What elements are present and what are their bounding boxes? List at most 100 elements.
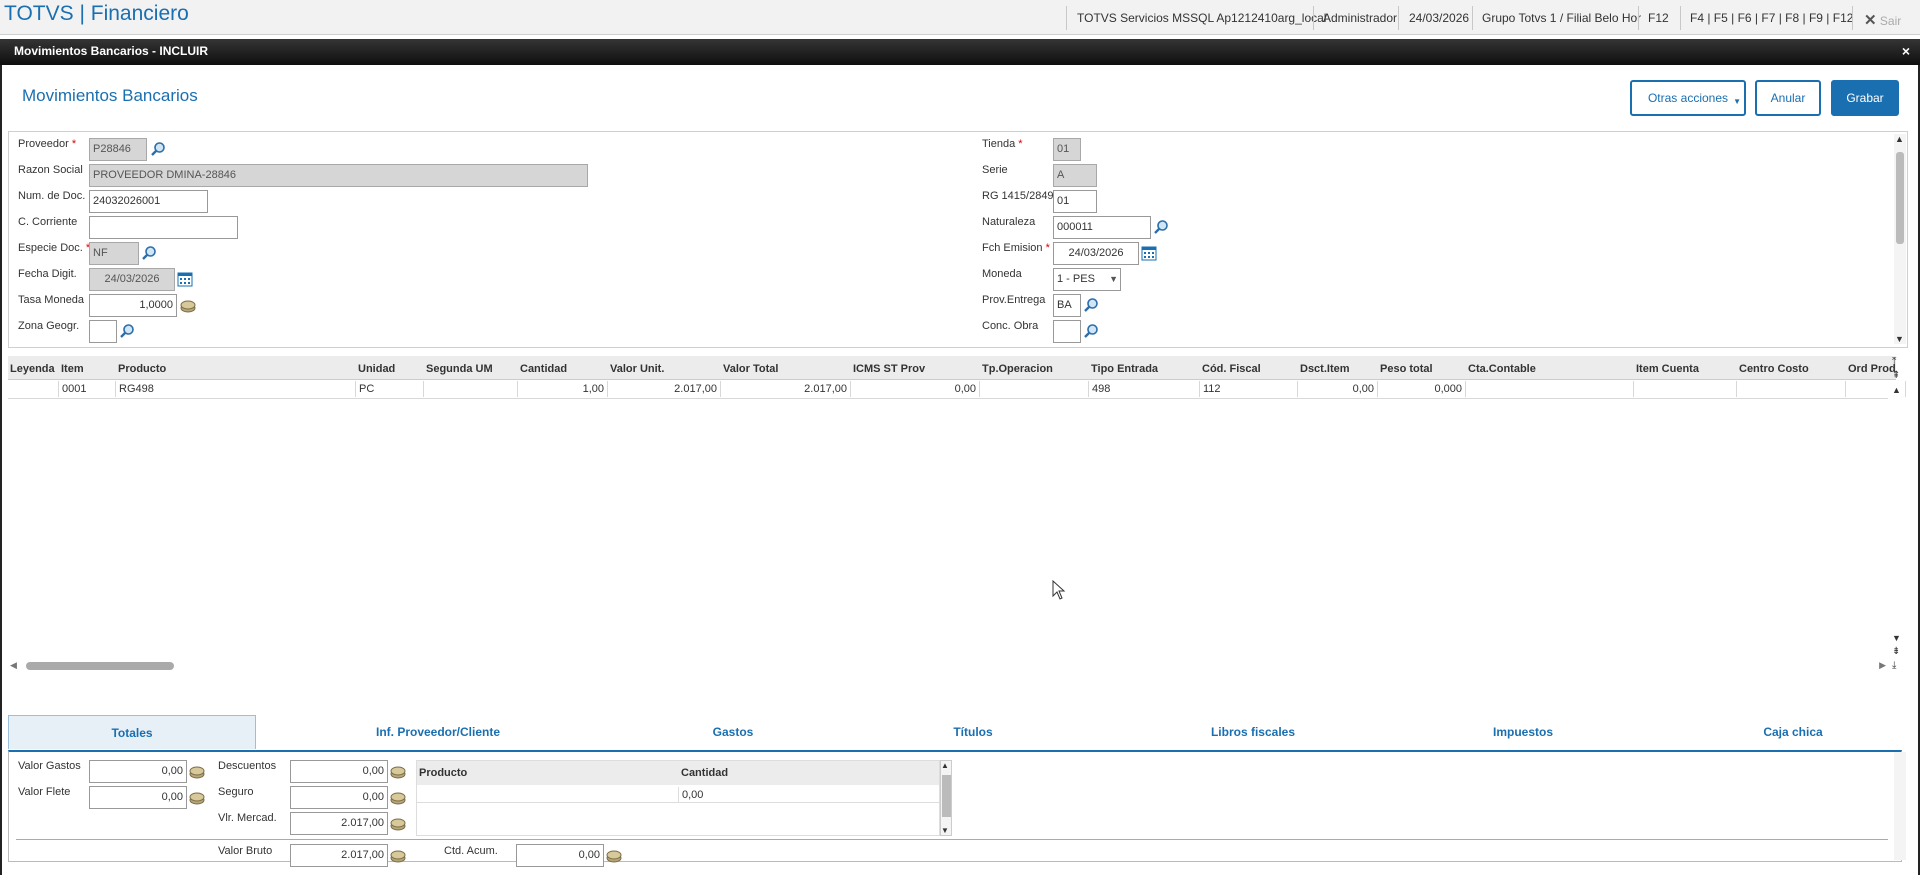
tab-titulos[interactable]: Títulos <box>888 715 1058 749</box>
scroll-right-icon[interactable]: ▶ <box>1879 660 1886 671</box>
totales-scrollbar[interactable] <box>1894 752 1906 860</box>
rg-field[interactable]: 01 <box>1053 190 1097 213</box>
column-header[interactable]: Producto <box>118 363 166 375</box>
column-header[interactable]: Centro Costo <box>1739 363 1809 375</box>
num-doc-field[interactable]: 24032026001 <box>89 190 208 213</box>
tab-impuestos[interactable]: Impuestos <box>1428 715 1618 749</box>
shortcuts-label[interactable]: F4 | F5 | F6 | F7 | F8 | F9 | F12 <box>1690 11 1853 25</box>
table-cell[interactable] <box>8 381 59 397</box>
mini-grid-scrollbar[interactable]: ▲ ▼ <box>940 760 952 836</box>
tienda-field[interactable]: 01 <box>1053 138 1081 161</box>
scroll-down-icon[interactable]: ▼ <box>941 826 949 835</box>
column-header[interactable]: Leyenda <box>10 363 55 375</box>
date-label[interactable]: 24/03/2026 <box>1409 11 1469 25</box>
column-header[interactable]: Ord Prod <box>1848 363 1896 375</box>
valor-bruto-field[interactable]: 2.017,00 <box>290 844 388 867</box>
user-label[interactable]: Administrador <box>1323 11 1397 25</box>
scrollbar-thumb[interactable] <box>942 775 951 817</box>
search-icon[interactable] <box>1083 297 1099 313</box>
form-scrollbar[interactable]: ▲ ▼ <box>1894 134 1906 344</box>
calculator-icon[interactable] <box>390 816 406 832</box>
window-close-button[interactable]: × <box>1902 43 1910 59</box>
search-icon[interactable] <box>141 245 157 261</box>
zona-geogr-field[interactable] <box>89 320 117 343</box>
search-icon[interactable] <box>1153 219 1169 235</box>
column-header[interactable]: Dsct.Item <box>1300 363 1350 375</box>
calculator-icon[interactable] <box>189 790 205 806</box>
c-corriente-field[interactable] <box>89 216 238 239</box>
column-header[interactable]: Item <box>61 363 84 375</box>
table-cell[interactable]: 0001 <box>59 381 116 397</box>
column-header[interactable]: Segunda UM <box>426 363 493 375</box>
prov-entrega-field[interactable]: BA <box>1053 294 1081 317</box>
column-header[interactable]: Cta.Contable <box>1468 363 1536 375</box>
table-cell[interactable]: 0,00 <box>1298 381 1378 397</box>
scroll-down-icon[interactable]: ▼ <box>1895 334 1904 344</box>
table-cell[interactable] <box>424 381 518 397</box>
especie-doc-field[interactable]: NF <box>89 242 139 265</box>
scroll-up-icon[interactable]: ▲ <box>941 761 949 770</box>
table-cell[interactable] <box>1634 381 1737 397</box>
search-icon[interactable] <box>1083 323 1099 339</box>
scroll-down-icon[interactable]: ▼ <box>1892 632 1901 644</box>
table-cell[interactable]: RG498 <box>116 381 356 397</box>
calculator-icon[interactable] <box>180 298 196 314</box>
scroll-page-up-icon[interactable]: ⇞ <box>1892 370 1900 382</box>
column-header[interactable]: ICMS ST Prov <box>853 363 925 375</box>
cancel-button[interactable]: Anular <box>1755 80 1821 116</box>
tab-gastos[interactable]: Gastos <box>648 715 818 749</box>
scroll-bottom-icon[interactable]: ⤓ <box>1892 660 1896 672</box>
moneda-select[interactable]: 1 - PES ▼ <box>1053 268 1121 291</box>
column-header[interactable]: Valor Total <box>723 363 778 375</box>
search-icon[interactable] <box>119 323 135 339</box>
tab-inf-proveedor[interactable]: Inf. Proveedor/Cliente <box>308 715 568 749</box>
scrollbar-thumb[interactable] <box>26 662 174 670</box>
table-cell[interactable]: 0,000 <box>1378 381 1466 397</box>
save-button[interactable]: Grabar <box>1831 80 1899 116</box>
column-header[interactable]: Unidad <box>358 363 395 375</box>
table-cell[interactable]: 2.017,00 <box>721 381 851 397</box>
exit-button[interactable]: ✕ Sair <box>1864 11 1901 29</box>
scrollbar-thumb[interactable] <box>1896 152 1904 244</box>
scroll-top-icon[interactable]: ⤒ <box>1892 356 1896 368</box>
column-header[interactable]: Peso total <box>1380 363 1433 375</box>
other-actions-button[interactable]: Otras acciones ▼ <box>1630 80 1746 116</box>
column-header[interactable]: Valor Unit. <box>610 363 664 375</box>
branch-label[interactable]: Grupo Totvs 1 / Filial Belo Hor <box>1482 11 1641 25</box>
valor-flete-field[interactable]: 0,00 <box>89 786 187 809</box>
table-row[interactable]: 0001 RG498 PC 1,00 2.017,00 2.017,00 0,00 498 11… <box>8 381 1906 399</box>
table-cell[interactable]: 112 <box>1200 381 1298 397</box>
search-icon[interactable] <box>150 141 166 157</box>
razon-social-field[interactable]: PROVEEDOR DMINA-28846 <box>89 164 588 187</box>
column-header[interactable]: Cód. Fiscal <box>1202 363 1261 375</box>
seguro-field[interactable]: 0,00 <box>290 786 388 809</box>
vlr-mercad-field[interactable]: 2.017,00 <box>290 812 388 835</box>
proveedor-field[interactable]: P28846 <box>89 138 147 161</box>
table-cell[interactable]: 1,00 <box>518 381 608 397</box>
ctd-acum-field[interactable]: 0,00 <box>516 844 604 867</box>
calculator-icon[interactable] <box>606 848 622 864</box>
column-header[interactable]: Tp.Operacion <box>982 363 1053 375</box>
table-cell[interactable] <box>980 381 1089 397</box>
scroll-left-icon[interactable]: ◀ <box>10 660 17 671</box>
valor-gastos-field[interactable]: 0,00 <box>89 760 187 783</box>
calendar-icon[interactable] <box>1141 245 1157 261</box>
column-header[interactable]: Cantidad <box>520 363 567 375</box>
table-row[interactable]: 0,00 <box>417 787 939 803</box>
fecha-digit-field[interactable]: 24/03/2026 <box>89 268 175 291</box>
scroll-up-icon[interactable]: ▲ <box>1892 384 1901 396</box>
calendar-icon[interactable] <box>177 271 193 287</box>
calculator-icon[interactable] <box>390 790 406 806</box>
table-cell[interactable]: 0,00 <box>851 381 980 397</box>
tasa-moneda-field[interactable]: 1,0000 <box>89 294 177 317</box>
tab-totales[interactable]: Totales <box>8 715 256 749</box>
table-cell[interactable] <box>1466 381 1634 397</box>
f12-shortcut[interactable]: F12 <box>1648 11 1669 25</box>
calculator-icon[interactable] <box>390 764 406 780</box>
conc-obra-field[interactable] <box>1053 320 1081 343</box>
table-cell[interactable]: PC <box>356 381 424 397</box>
column-header[interactable]: Item Cuenta <box>1636 363 1699 375</box>
scroll-page-down-icon[interactable]: ⇟ <box>1892 646 1900 658</box>
descuentos-field[interactable]: 0,00 <box>290 760 388 783</box>
table-cell[interactable] <box>1737 381 1846 397</box>
